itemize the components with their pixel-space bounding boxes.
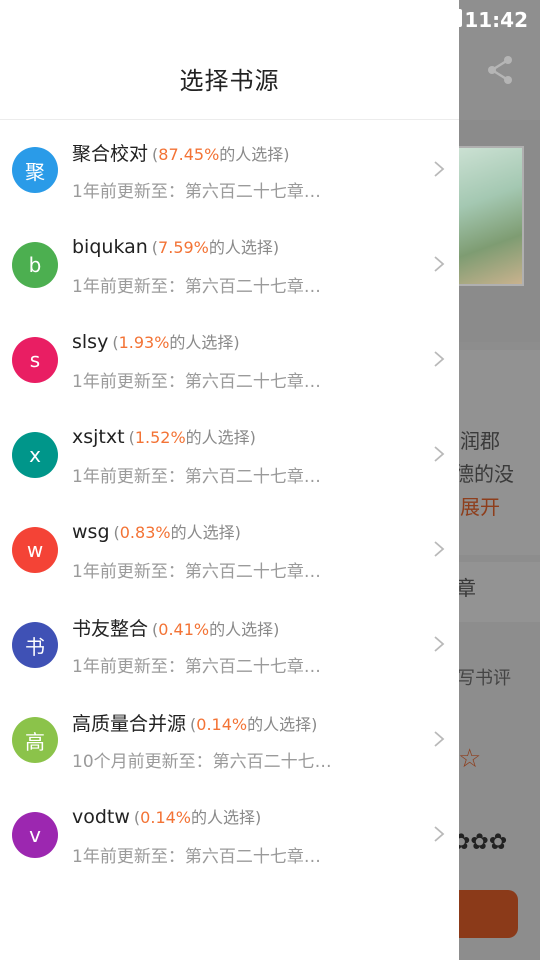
drawer-header: 选择书源 xyxy=(0,0,459,120)
source-name-line: wsg (0.83%的人选择) xyxy=(72,519,241,543)
source-name-line: biqukan (7.59%的人选择) xyxy=(72,234,279,258)
share-suffix: 的人选择) xyxy=(247,715,318,734)
source-item[interactable]: v vodtw (0.14%的人选择) 1年前更新至：第六百二十七章… xyxy=(0,786,459,881)
source-item[interactable]: x xsjtxt (1.52%的人选择) 1年前更新至：第六百二十七章… xyxy=(0,406,459,501)
source-name: slsy xyxy=(72,331,109,353)
intro-text-1: 润郡 xyxy=(460,429,500,453)
source-name-line: 书友整合 (0.41%的人选择) xyxy=(72,614,279,641)
source-item[interactable]: 书 书友整合 (0.41%的人选择) 1年前更新至：第六百二十七章… xyxy=(0,596,459,691)
source-avatar: w xyxy=(12,527,58,573)
share-suffix: 的人选择) xyxy=(191,808,262,827)
source-percent: 1.93% xyxy=(118,333,170,352)
intro-text-2: 德的没 xyxy=(454,462,514,486)
drawer-title: 选择书源 xyxy=(179,67,280,95)
write-review-text[interactable]: 写书评 xyxy=(457,664,511,690)
source-avatar: 高 xyxy=(12,717,58,763)
source-item[interactable]: s slsy (1.93%的人选择) 1年前更新至：第六百二十七章… xyxy=(0,311,459,406)
source-update: 1年前更新至：第六百二十七章… xyxy=(72,277,321,297)
source-avatar: s xyxy=(12,337,58,383)
source-name-line: slsy (1.93%的人选择) xyxy=(72,329,240,353)
source-update: 1年前更新至：第六百二十七章… xyxy=(72,182,321,202)
source-avatar: x xyxy=(12,432,58,478)
source-name: wsg xyxy=(72,521,110,543)
source-avatar: 聚 xyxy=(12,147,58,193)
source-update: 1年前更新至：第六百二十七章… xyxy=(72,562,321,582)
source-drawer: 选择书源 聚 聚合校对 (87.45%的人选择) 1年前更新至：第六百二十七章… … xyxy=(0,0,459,960)
chevron-right-icon xyxy=(434,256,445,272)
source-percent: 0.41% xyxy=(158,620,210,639)
source-name: 高质量合并源 xyxy=(72,713,187,735)
chevron-right-icon xyxy=(434,826,445,842)
source-share: (87.45%的人选择) xyxy=(152,145,290,164)
chevron-right-icon xyxy=(434,541,445,557)
source-update: 10个月前更新至：第六百二十七… xyxy=(72,752,332,772)
share-suffix: 的人选择) xyxy=(208,238,280,257)
source-name: biqukan xyxy=(72,236,148,258)
source-share: (0.83%的人选择) xyxy=(114,523,241,542)
chevron-right-icon xyxy=(434,351,445,367)
source-percent: 0.14% xyxy=(196,715,248,734)
share-icon[interactable] xyxy=(484,54,516,86)
stars-icon: ✿✿✿ xyxy=(452,830,508,855)
source-percent: 7.59% xyxy=(158,238,209,257)
source-share: (1.52%的人选择) xyxy=(129,428,256,447)
source-update: 1年前更新至：第六百二十七章… xyxy=(72,847,321,867)
source-avatar: v xyxy=(12,812,58,858)
source-item[interactable]: 高 高质量合并源 (0.14%的人选择) 10个月前更新至：第六百二十七… xyxy=(0,691,459,786)
share-suffix: 的人选择) xyxy=(169,333,240,352)
source-update: 1年前更新至：第六百二十七章… xyxy=(72,372,321,392)
source-name: 书友整合 xyxy=(72,618,149,640)
status-time: 11:42 xyxy=(464,8,528,32)
source-share: (7.59%的人选择) xyxy=(152,238,279,257)
source-item[interactable]: w wsg (0.83%的人选择) 1年前更新至：第六百二十七章… xyxy=(0,501,459,596)
source-percent: 1.52% xyxy=(134,428,186,447)
source-percent: 0.83% xyxy=(119,523,171,542)
source-share: (0.14%的人选择) xyxy=(134,808,261,827)
share-suffix: 的人选择) xyxy=(170,523,241,542)
share-suffix: 的人选择) xyxy=(185,428,256,447)
source-name: vodtw xyxy=(72,806,130,828)
source-name-line: vodtw (0.14%的人选择) xyxy=(72,804,261,828)
source-list: 聚 聚合校对 (87.45%的人选择) 1年前更新至：第六百二十七章… b biq… xyxy=(0,121,459,881)
source-name-line: 聚合校对 (87.45%的人选择) xyxy=(72,139,290,166)
expand-link[interactable]: 展开 xyxy=(460,491,500,520)
chevron-right-icon xyxy=(434,161,445,177)
share-suffix: 的人选择) xyxy=(209,620,280,639)
chevron-right-icon xyxy=(434,446,445,462)
rating-star-icon: ☆ xyxy=(458,744,482,774)
source-share: (1.93%的人选择) xyxy=(112,333,239,352)
source-update: 1年前更新至：第六百二十七章… xyxy=(72,467,321,487)
source-item[interactable]: b biqukan (7.59%的人选择) 1年前更新至：第六百二十七章… xyxy=(0,216,459,311)
source-name: xsjtxt xyxy=(72,426,125,448)
source-update: 1年前更新至：第六百二十七章… xyxy=(72,657,321,677)
chapter-text: 章 xyxy=(456,576,476,600)
source-avatar: 书 xyxy=(12,622,58,668)
share-suffix: 的人选择) xyxy=(219,145,290,164)
chevron-right-icon xyxy=(434,636,445,652)
source-name: 聚合校对 xyxy=(72,143,149,165)
chevron-right-icon xyxy=(434,731,445,747)
source-share: (0.41%的人选择) xyxy=(152,620,279,639)
source-share: (0.14%的人选择) xyxy=(190,715,317,734)
source-name-line: xsjtxt (1.52%的人选择) xyxy=(72,424,256,448)
source-name-line: 高质量合并源 (0.14%的人选择) xyxy=(72,709,317,736)
source-percent: 0.14% xyxy=(140,808,191,827)
source-item[interactable]: 聚 聚合校对 (87.45%的人选择) 1年前更新至：第六百二十七章… xyxy=(0,121,459,216)
source-percent: 87.45% xyxy=(158,145,220,164)
source-avatar: b xyxy=(12,242,58,288)
